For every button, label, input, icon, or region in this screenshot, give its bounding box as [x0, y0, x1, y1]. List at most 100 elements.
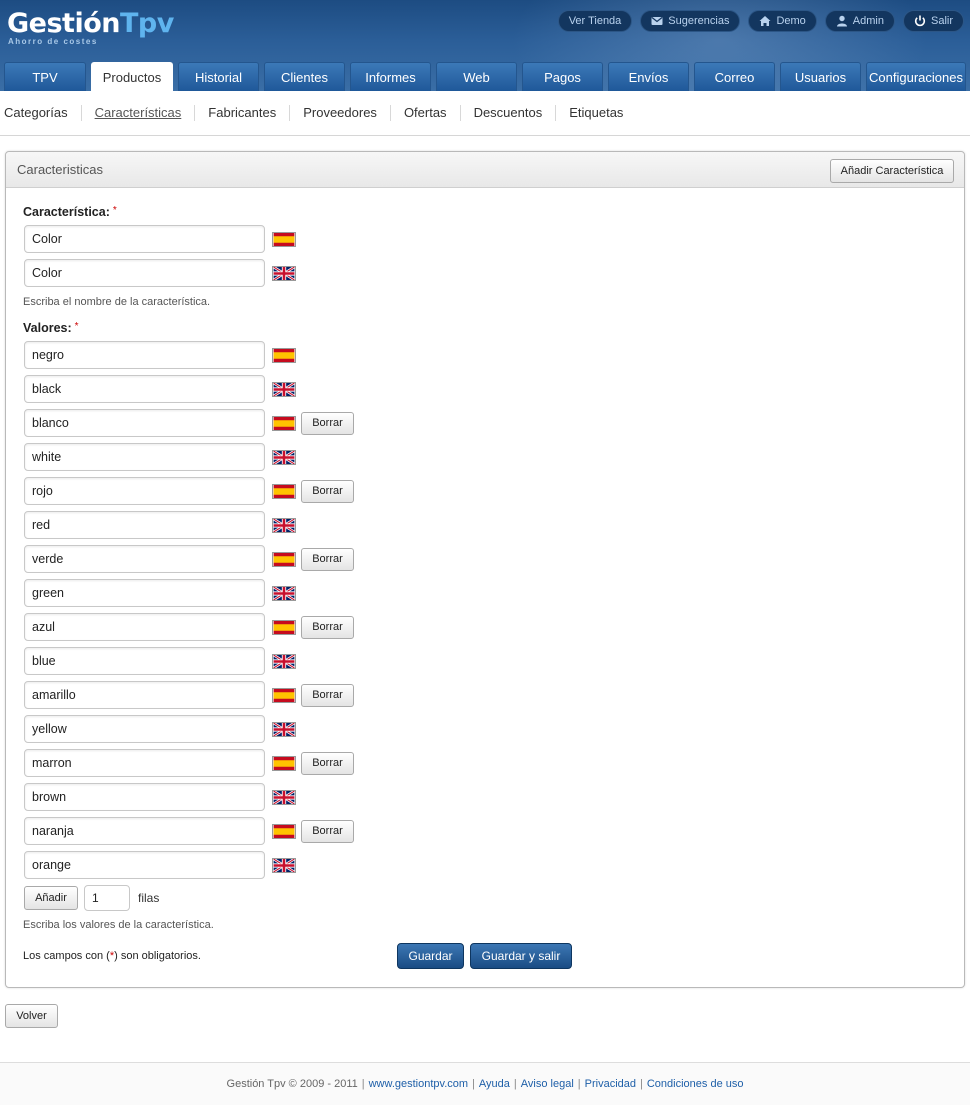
- footer-separator: |: [513, 1078, 517, 1090]
- salir-link[interactable]: Salir: [902, 10, 964, 32]
- delete-value-button[interactable]: Borrar: [301, 819, 354, 843]
- footer-link-privacy[interactable]: Privacidad: [585, 1078, 636, 1090]
- spain-flag-icon: [272, 823, 296, 839]
- value-row-en: black: [24, 375, 296, 403]
- value-row-en: red: [24, 511, 296, 539]
- value-es-input[interactable]: verde: [24, 545, 265, 573]
- value-row-es: negro: [24, 341, 296, 369]
- subnav-categorias[interactable]: Categorías: [4, 105, 81, 121]
- tab-label: Web: [463, 69, 490, 85]
- panel-title: Caracteristicas: [17, 162, 103, 177]
- footer-link-site[interactable]: www.gestiontpv.com: [369, 1078, 468, 1090]
- footer-separator: |: [577, 1078, 581, 1090]
- value-row-es: marron Borrar: [24, 749, 354, 777]
- footer-separator: |: [361, 1078, 365, 1090]
- add-rows-button[interactable]: Añadir: [24, 886, 78, 910]
- back-button[interactable]: Volver: [5, 1004, 58, 1028]
- uk-flag-icon: [272, 721, 296, 737]
- value-es-input[interactable]: naranja: [24, 817, 265, 845]
- uk-flag-icon: [272, 265, 296, 281]
- subnav-caracteristicas[interactable]: Características: [80, 105, 195, 121]
- add-feature-button[interactable]: Añadir Característica: [830, 159, 954, 183]
- rows-count-input[interactable]: 1: [84, 885, 130, 911]
- required-mark: *: [112, 205, 117, 216]
- tab-envios[interactable]: Envíos: [608, 62, 689, 91]
- delete-value-button[interactable]: Borrar: [301, 479, 354, 503]
- delete-value-button[interactable]: Borrar: [301, 751, 354, 775]
- footer-link-terms[interactable]: Condiciones de uso: [647, 1078, 744, 1090]
- value-en-input[interactable]: red: [24, 511, 265, 539]
- tab-historial[interactable]: Historial: [178, 62, 259, 91]
- value-row-es: blanco Borrar: [24, 409, 354, 437]
- tab-configuraciones[interactable]: Configuraciones: [866, 62, 966, 91]
- value-row-es: azul Borrar: [24, 613, 354, 641]
- admin-link[interactable]: Admin: [824, 10, 895, 32]
- tab-label: Usuarios: [794, 69, 847, 85]
- delete-value-button[interactable]: Borrar: [301, 411, 354, 435]
- spain-flag-icon: [272, 347, 296, 363]
- value-es-input[interactable]: amarillo: [24, 681, 265, 709]
- tab-usuarios[interactable]: Usuarios: [780, 62, 861, 91]
- save-and-exit-button[interactable]: Guardar y salir: [470, 943, 572, 969]
- tab-productos[interactable]: Productos: [91, 62, 173, 91]
- demo-link[interactable]: Demo: [748, 10, 817, 32]
- feature-name-es-input[interactable]: Color: [24, 225, 265, 253]
- delete-value-button[interactable]: Borrar: [301, 547, 354, 571]
- value-en-input[interactable]: yellow: [24, 715, 265, 743]
- tab-informes[interactable]: Informes: [350, 62, 431, 91]
- tab-label: Envíos: [628, 69, 669, 85]
- footer-link-legal[interactable]: Aviso legal: [521, 1078, 574, 1090]
- required-note-prefix: Los campos con (: [23, 950, 110, 962]
- sugerencias-label: Sugerencias: [668, 15, 730, 27]
- value-es-input[interactable]: blanco: [24, 409, 265, 437]
- values-hint: Escriba los valores de la característica…: [23, 919, 214, 931]
- panel-header: Caracteristicas Añadir Característica: [6, 152, 964, 188]
- value-row-en: white: [24, 443, 296, 471]
- value-en-input[interactable]: orange: [24, 851, 265, 879]
- subnav-descuentos[interactable]: Descuentos: [459, 105, 556, 121]
- logo[interactable]: GestiónTpv: [7, 8, 174, 39]
- value-en-input[interactable]: green: [24, 579, 265, 607]
- tab-pagos[interactable]: Pagos: [522, 62, 603, 91]
- tab-correo[interactable]: Correo: [694, 62, 775, 91]
- footer: Gestión Tpv © 2009 - 2011 | www.gestiont…: [0, 1062, 970, 1105]
- value-row-en: orange: [24, 851, 296, 879]
- subnav-etiquetas[interactable]: Etiquetas: [555, 105, 636, 121]
- value-row-en: green: [24, 579, 296, 607]
- value-es-input[interactable]: azul: [24, 613, 265, 641]
- tab-label: TPV: [32, 69, 58, 85]
- value-es-input[interactable]: marron: [24, 749, 265, 777]
- uk-flag-icon: [272, 517, 296, 533]
- required-mark: *: [74, 321, 79, 332]
- tab-label: Pagos: [544, 69, 581, 85]
- footer-separator: |: [640, 1078, 643, 1090]
- ver-tienda-link[interactable]: Ver Tienda: [557, 10, 633, 32]
- value-en-input[interactable]: white: [24, 443, 265, 471]
- subnav-fabricantes[interactable]: Fabricantes: [194, 105, 289, 121]
- value-en-input[interactable]: blue: [24, 647, 265, 675]
- tab-tpv[interactable]: TPV: [4, 62, 86, 91]
- subnav-ofertas[interactable]: Ofertas: [389, 105, 460, 121]
- subnav-proveedores[interactable]: Proveedores: [289, 105, 390, 121]
- header: GestiónTpv Ahorro de costes Ver Tienda S…: [0, 0, 970, 91]
- power-icon: [914, 15, 926, 27]
- value-en-input[interactable]: brown: [24, 783, 265, 811]
- tab-web[interactable]: Web: [436, 62, 517, 91]
- save-button[interactable]: Guardar: [397, 943, 464, 969]
- tab-label: Informes: [365, 69, 416, 85]
- uk-flag-icon: [272, 585, 296, 601]
- value-es-input[interactable]: rojo: [24, 477, 265, 505]
- main-tabs: TPV Productos Historial Clientes Informe…: [4, 62, 966, 91]
- value-en-input[interactable]: black: [24, 375, 265, 403]
- value-row-es: naranja Borrar: [24, 817, 354, 845]
- delete-value-button[interactable]: Borrar: [301, 615, 354, 639]
- footer-link-help[interactable]: Ayuda: [479, 1078, 510, 1090]
- user-icon: [836, 15, 847, 27]
- value-es-input[interactable]: negro: [24, 341, 265, 369]
- delete-value-button[interactable]: Borrar: [301, 683, 354, 707]
- add-rows-control: Añadir 1 filas: [24, 885, 159, 911]
- tab-clientes[interactable]: Clientes: [264, 62, 345, 91]
- feature-name-en-input[interactable]: Color: [24, 259, 265, 287]
- value-row-es: rojo Borrar: [24, 477, 354, 505]
- sugerencias-link[interactable]: Sugerencias: [640, 10, 741, 32]
